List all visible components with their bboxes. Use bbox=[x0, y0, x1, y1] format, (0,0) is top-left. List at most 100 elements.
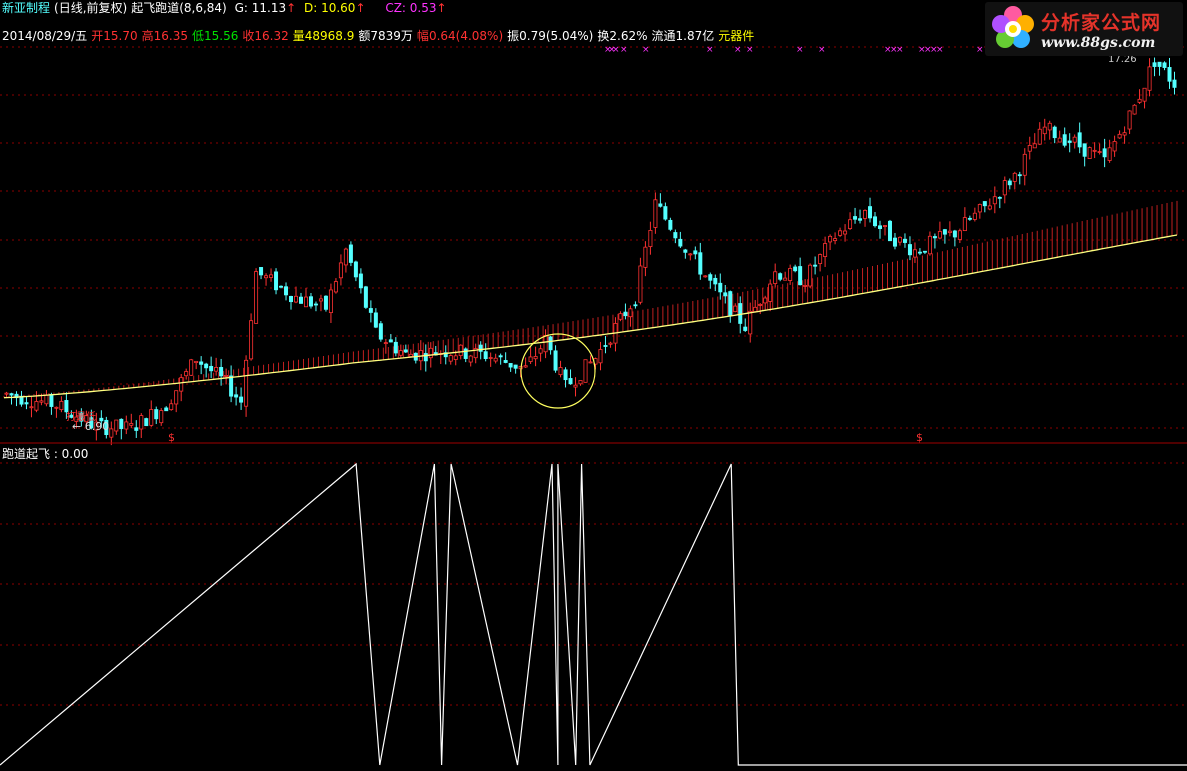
candle-body bbox=[897, 236, 902, 243]
candle-body bbox=[1147, 66, 1152, 91]
candle-body bbox=[343, 248, 348, 266]
candle-body bbox=[863, 209, 868, 219]
candle-body bbox=[623, 311, 628, 317]
quote-bar: 2014/08/29/五 开15.70 高16.35 低15.56 收16.32 量489… bbox=[2, 29, 754, 43]
stock-name[interactable]: 新亚制程 bbox=[2, 1, 50, 15]
candle-body bbox=[358, 273, 363, 289]
g-value: G: 11.13 bbox=[234, 1, 287, 15]
candle-body bbox=[219, 367, 224, 377]
candle-body bbox=[318, 298, 323, 302]
candle-body bbox=[937, 231, 942, 239]
candle-body bbox=[628, 308, 633, 318]
candle-body bbox=[453, 355, 458, 360]
candle-body bbox=[868, 206, 873, 219]
volume-label: 量 bbox=[292, 29, 305, 43]
candle-body bbox=[818, 254, 823, 264]
candle-body bbox=[598, 349, 603, 364]
candle-body bbox=[229, 375, 234, 397]
candle-body bbox=[563, 369, 568, 381]
candle-body bbox=[254, 271, 259, 324]
candle-body bbox=[543, 335, 548, 353]
candle-body bbox=[952, 230, 957, 238]
runway-signal-line bbox=[0, 462, 1187, 766]
candle-body bbox=[768, 283, 773, 302]
amount-label: 额 bbox=[358, 29, 371, 43]
candle-body bbox=[828, 235, 833, 243]
candle-body bbox=[269, 274, 274, 278]
candle-body bbox=[1087, 147, 1092, 159]
candle-body bbox=[648, 230, 653, 248]
candle-body bbox=[114, 419, 119, 432]
candle-body bbox=[1107, 147, 1112, 161]
candle-body bbox=[184, 371, 189, 377]
candle-body bbox=[313, 303, 318, 306]
candle-body bbox=[64, 400, 69, 413]
candle-body bbox=[788, 268, 793, 281]
logo-url: www.88gs.com bbox=[1041, 35, 1156, 51]
candle-body bbox=[713, 277, 718, 285]
candle-body bbox=[703, 275, 708, 278]
candle-body bbox=[873, 216, 878, 227]
cz-value: CZ: 0.53 bbox=[385, 1, 437, 15]
turnover-label: 换 bbox=[597, 29, 610, 43]
signal-x-marker: × bbox=[936, 45, 944, 55]
candle-body bbox=[159, 410, 164, 424]
candle-body bbox=[463, 348, 468, 359]
candle-body bbox=[568, 378, 573, 385]
candle-body bbox=[214, 366, 219, 372]
candle-body bbox=[169, 403, 174, 411]
candle-body bbox=[548, 336, 553, 351]
candle-body bbox=[508, 363, 513, 368]
candle-body bbox=[1162, 62, 1167, 68]
candle-body bbox=[733, 305, 738, 313]
candle-body bbox=[388, 339, 393, 343]
change-value: 0.64(4.08%) bbox=[428, 29, 504, 43]
flower-logo-icon bbox=[992, 6, 1034, 48]
candle-body bbox=[753, 306, 758, 312]
candle-body bbox=[583, 359, 588, 383]
candle-body bbox=[618, 313, 623, 320]
candle-body bbox=[1027, 145, 1032, 152]
candle-body bbox=[284, 286, 289, 296]
candle-body bbox=[378, 323, 383, 340]
candle-body bbox=[134, 427, 139, 431]
signal-x-marker: × bbox=[746, 45, 754, 55]
candle-body bbox=[513, 364, 518, 369]
candle-body bbox=[119, 418, 124, 430]
candle-body bbox=[1042, 126, 1047, 135]
candle-body bbox=[967, 217, 972, 220]
candle-body bbox=[199, 361, 204, 365]
candle-body bbox=[982, 201, 987, 207]
candle-body bbox=[1077, 132, 1082, 148]
candle-body bbox=[54, 406, 59, 409]
candle-body bbox=[403, 349, 408, 353]
candle-body bbox=[383, 342, 388, 345]
candle-body bbox=[164, 407, 169, 412]
candlestick-series bbox=[4, 57, 1177, 446]
site-logo[interactable]: 分析家公式网 www.88gs.com bbox=[985, 2, 1183, 56]
sector-link[interactable]: 元器件 bbox=[718, 29, 754, 43]
candle-body bbox=[1097, 151, 1102, 153]
candle-body bbox=[49, 394, 54, 407]
candle-body bbox=[902, 238, 907, 243]
candle-body bbox=[882, 225, 887, 227]
amplitude-value: 0.79(5.04%) bbox=[519, 29, 594, 43]
candle-body bbox=[189, 359, 194, 376]
candle-body bbox=[558, 367, 563, 376]
signal-x-marker: × bbox=[818, 45, 826, 55]
up-arrow-icon: ↑ bbox=[436, 1, 447, 15]
candle-body bbox=[1122, 132, 1127, 136]
candle-body bbox=[658, 203, 663, 207]
candle-body bbox=[34, 401, 39, 411]
candle-body bbox=[353, 261, 358, 278]
candle-body bbox=[912, 249, 917, 258]
candle-body bbox=[693, 250, 698, 255]
candle-body bbox=[493, 357, 498, 362]
kline-chart[interactable]: ××× × × × × × × × ××× ×××× × 17.26 打最低 ← 6.90 $ $ bbox=[0, 0, 1187, 771]
candle-body bbox=[154, 409, 159, 420]
candle-body bbox=[59, 400, 64, 411]
indicator-name[interactable]: 起飞跑道(8,6,84) bbox=[131, 1, 227, 15]
signal-x-marker: × bbox=[976, 45, 984, 55]
min-price-label: ← 6.90 bbox=[72, 420, 109, 433]
candle-body bbox=[962, 217, 967, 232]
